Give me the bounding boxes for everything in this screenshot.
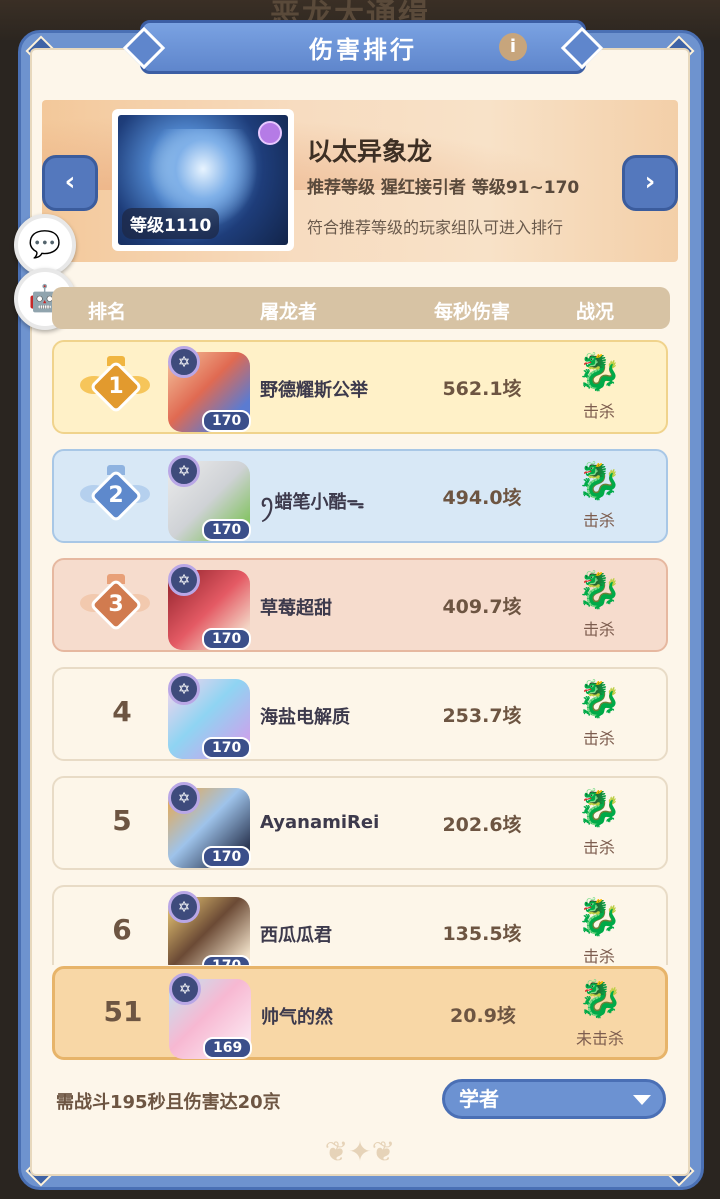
table-header: 排名 屠龙者 每秒伤害 战况 (52, 287, 670, 329)
dragon-killed-icon: 🐉 (576, 897, 622, 938)
status-cell: 🐉 击杀 (564, 350, 634, 422)
rank-number: 2 (108, 483, 124, 508)
status-cell: 🐉 击杀 (564, 895, 634, 965)
status-cell: 🐉 击杀 (564, 786, 634, 858)
chat-icon[interactable]: 💬 (14, 214, 76, 276)
avatar[interactable]: ✡ 170 (162, 673, 254, 763)
silver-medal-icon: 2 (80, 463, 150, 531)
level-badge: 170 (202, 628, 252, 650)
boss-name: 以太异象龙 (307, 137, 433, 166)
damage-value: 253.7垓 (442, 705, 522, 727)
emblem-icon: ✡ (168, 673, 200, 705)
table-row[interactable]: 5 ✡ 170 AyanamiRei 202.6垓 🐉 击杀 (52, 776, 668, 870)
panel-title: 伤害排行 (309, 35, 417, 64)
rank-number: 6 (112, 913, 132, 946)
level-badge: 170 (202, 519, 252, 541)
rank-number: 3 (108, 592, 124, 617)
self-rank-row[interactable]: 51 ✡ 169 帅气的然 20.9垓 🐉 未击杀 (52, 966, 668, 1060)
rank-number: 5 (112, 804, 132, 837)
emblem-icon: ✡ (168, 455, 200, 487)
element-orb-icon (258, 121, 282, 145)
damage-value: 135.5垓 (442, 923, 522, 945)
dragon-killed-icon: 🐉 (576, 570, 622, 611)
next-boss-button[interactable]: › (622, 155, 678, 211)
player-name: 草莓超甜 (260, 598, 332, 619)
chevron-down-icon (633, 1095, 651, 1105)
dragon-killed-icon: 🐉 (576, 788, 622, 829)
damage-value: 494.0垓 (442, 487, 522, 509)
dragon-killed-icon: 🐉 (576, 461, 622, 502)
level-badge: 170 (202, 846, 252, 868)
avatar[interactable]: ✡ 170 (162, 564, 254, 654)
rank-number: 51 (103, 995, 143, 1028)
table-row[interactable]: 3 ✡ 170 草莓超甜 409.7垓 🐉 击杀 (52, 558, 668, 652)
table-row[interactable]: 1 ✡ 170 野德耀斯公举 562.1垓 🐉 击杀 (52, 340, 668, 434)
player-name: ꪆ蜡笔小酷ᯓ (260, 492, 365, 513)
boss-note: 符合推荐等级的玩家组队可进入排行 (307, 218, 564, 237)
gold-medal-icon: 1 (80, 354, 150, 422)
emblem-icon: ✡ (168, 782, 200, 814)
status-text: 击杀 (582, 402, 615, 421)
table-row[interactable]: 2 ✡ 170 ꪆ蜡笔小酷ᯓ 494.0垓 🐉 击杀 (52, 449, 668, 543)
dragon-alive-icon: 🐉 (577, 979, 623, 1020)
prev-boss-button[interactable]: ‹ (42, 155, 98, 211)
status-cell: 🐉 未击杀 (565, 977, 635, 1049)
status-cell: 🐉 击杀 (564, 459, 634, 531)
status-cell: 🐉 击杀 (564, 677, 634, 749)
status-text: 击杀 (582, 947, 615, 965)
dragon-killed-icon: 🐉 (576, 679, 622, 720)
player-name: 帅气的然 (261, 1007, 333, 1028)
title-bar: 伤害排行 i (122, 20, 604, 74)
emblem-icon: ✡ (169, 973, 201, 1005)
boss-recommendation: 推荐等级 猩红接引者 等级91~170 (307, 178, 580, 198)
player-name: 西瓜瓜君 (260, 925, 332, 946)
player-name: AyanamiRei (260, 812, 380, 833)
level-badge: 169 (203, 1037, 253, 1059)
column-rank: 排名 (88, 301, 127, 323)
avatar[interactable]: ✡ 170 (162, 455, 254, 545)
level-badge: 170 (202, 737, 252, 759)
bronze-medal-icon: 3 (80, 572, 150, 640)
rank-number: 4 (112, 695, 132, 728)
status-cell: 🐉 击杀 (564, 568, 634, 640)
avatar[interactable]: ✡ 169 (163, 973, 255, 1063)
damage-value: 202.6垓 (442, 814, 522, 836)
status-text: 击杀 (582, 620, 615, 639)
table-row[interactable]: 6 ✡ 170 西瓜瓜君 135.5垓 🐉 击杀 (52, 885, 668, 965)
dragon-killed-icon: 🐉 (576, 352, 622, 393)
class-filter-dropdown[interactable]: 学者 (442, 1079, 666, 1119)
emblem-icon: ✡ (168, 891, 200, 923)
requirement-text: 需战斗195秒且伤害达20京 (56, 1092, 281, 1113)
bottom-ornament-icon: ❦✦❦ (324, 1135, 396, 1168)
status-text: 击杀 (582, 511, 615, 530)
status-text: 击杀 (582, 729, 615, 748)
boss-level-badge: 等级1110 (122, 208, 220, 239)
damage-value: 562.1垓 (442, 378, 522, 400)
status-text: 未击杀 (575, 1029, 624, 1048)
level-badge: 170 (202, 410, 252, 432)
emblem-icon: ✡ (168, 346, 200, 378)
avatar[interactable]: ✡ 170 (162, 891, 254, 965)
column-status: 战况 (576, 301, 615, 323)
column-dps: 每秒伤害 (434, 301, 511, 323)
player-name: 野德耀斯公举 (260, 380, 368, 401)
emblem-icon: ✡ (168, 564, 200, 596)
info-icon[interactable]: i (499, 33, 527, 61)
table-row[interactable]: 4 ✡ 170 海盐电解质 253.7垓 🐉 击杀 (52, 667, 668, 761)
avatar[interactable]: ✡ 170 (162, 782, 254, 872)
damage-value: 20.9垓 (450, 1005, 516, 1027)
boss-portrait[interactable]: 等级1110 (112, 109, 294, 251)
level-badge: 170 (202, 955, 252, 965)
rank-number: 1 (108, 374, 124, 399)
dropdown-selected-value: 学者 (459, 1087, 499, 1111)
boss-image: 等级1110 (118, 115, 288, 245)
avatar[interactable]: ✡ 170 (162, 346, 254, 436)
player-name: 海盐电解质 (260, 707, 350, 728)
status-text: 击杀 (582, 838, 615, 857)
damage-value: 409.7垓 (442, 596, 522, 618)
column-player: 屠龙者 (260, 301, 318, 323)
